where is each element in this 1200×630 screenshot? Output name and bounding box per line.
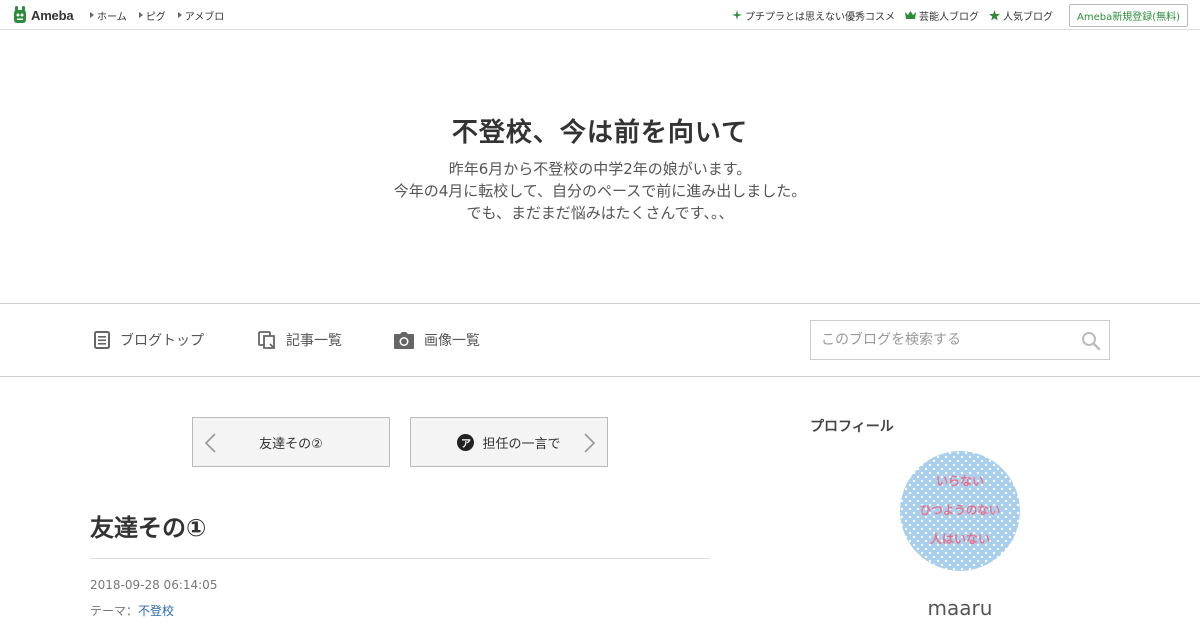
- avatar-text-line: 人はいない: [930, 531, 990, 546]
- entries-icon: [258, 331, 275, 349]
- next-entry-button[interactable]: ア 担任の一言で: [410, 417, 608, 467]
- nav-image-list[interactable]: 画像一覧: [394, 304, 480, 376]
- blog-description-line: 今年の4月に転校して、自分のペースで前に進み出しました。: [393, 182, 807, 200]
- next-entry-label: 担任の一言で: [482, 436, 561, 452]
- triangle-right-icon: [90, 12, 94, 18]
- sparkle-icon: [731, 10, 742, 20]
- global-nav-left: ホーム ピグ アメブロ: [90, 0, 236, 30]
- profile-heading: プロフィール: [810, 419, 894, 435]
- prev-entry-label: 友達その②: [259, 436, 323, 452]
- entry-theme-link[interactable]: 不登校: [138, 604, 174, 618]
- search-icon[interactable]: [1081, 331, 1101, 351]
- camera-icon: [394, 331, 414, 349]
- ameba-mascot-icon: [14, 6, 26, 23]
- global-nav-pigg[interactable]: ピグ: [138, 8, 166, 23]
- triangle-right-icon: [138, 12, 143, 18]
- chevron-left-icon: [204, 433, 216, 453]
- entry-theme-prefix: テーマ：: [90, 604, 139, 618]
- avatar[interactable]: いらない ひつようのない 人はいない: [900, 451, 1020, 571]
- blog-description-line: でも、まだまだ悩みはたくさんです、。、: [466, 204, 734, 222]
- avatar-text-line: いらない: [936, 474, 984, 488]
- blog-search-input[interactable]: [811, 321, 1071, 359]
- nav-blog-top[interactable]: ブログトップ: [94, 304, 204, 376]
- blog-search: [810, 320, 1110, 360]
- crown-icon: [904, 11, 916, 19]
- global-header: Ameba ホーム ピグ アメブロ プチプラとは思えない優秀コスメ 芸能人ブログ…: [0, 0, 1200, 30]
- triangle-right-icon: [177, 12, 182, 18]
- amember-icon: ア: [457, 433, 475, 451]
- blog-description: 昨年6月から不登校の中学2年の娘がいます。 今年の4月に転校して、自分のペースで…: [0, 158, 1200, 224]
- avatar-text-line: ひつようのない: [920, 503, 1001, 517]
- entry-theme: テーマ：不登校: [90, 602, 174, 619]
- entry-title[interactable]: 友達その①: [90, 508, 206, 543]
- register-button[interactable]: Ameba新規登録(無料): [1068, 3, 1188, 27]
- chevron-right-icon: [584, 433, 596, 453]
- blog-top-icon: [94, 331, 110, 349]
- global-nav-popular-blogs[interactable]: 人気ブログ: [988, 8, 1053, 23]
- global-nav-right: プチプラとは思えない優秀コスメ 芸能人ブログ 人気ブログ Ameba新規登録(無…: [722, 0, 1188, 30]
- blog-nav: ブログトップ 記事一覧 画像一覧: [0, 303, 1200, 377]
- nav-entry-list[interactable]: 記事一覧: [258, 304, 342, 376]
- blog-description-line: 昨年6月から不登校の中学2年の娘がいます。: [448, 160, 752, 178]
- blog-title[interactable]: 不登校、今は前を向いて: [0, 112, 1200, 149]
- avatar-image: いらない ひつようのない 人はいない: [900, 451, 1020, 571]
- prev-entry-button[interactable]: 友達その②: [192, 417, 390, 467]
- blog-header: 不登校、今は前を向いて 昨年6月から不登校の中学2年の娘がいます。 今年の4月に…: [0, 30, 1200, 303]
- ameba-logo[interactable]: Ameba: [12, 6, 74, 24]
- entry-date: 2018-09-28 06:14:05: [90, 578, 218, 592]
- global-nav-celebrity-blogs[interactable]: 芸能人ブログ: [904, 8, 979, 23]
- logo-text: Ameba: [31, 7, 74, 23]
- star-icon: [988, 9, 1000, 21]
- global-nav-home[interactable]: ホーム: [90, 8, 127, 23]
- divider: [90, 558, 710, 559]
- global-nav-cosme[interactable]: プチプラとは思えない優秀コスメ: [731, 8, 895, 23]
- global-nav-ameblo[interactable]: アメブロ: [177, 8, 224, 23]
- profile-name[interactable]: maaru: [810, 596, 1110, 620]
